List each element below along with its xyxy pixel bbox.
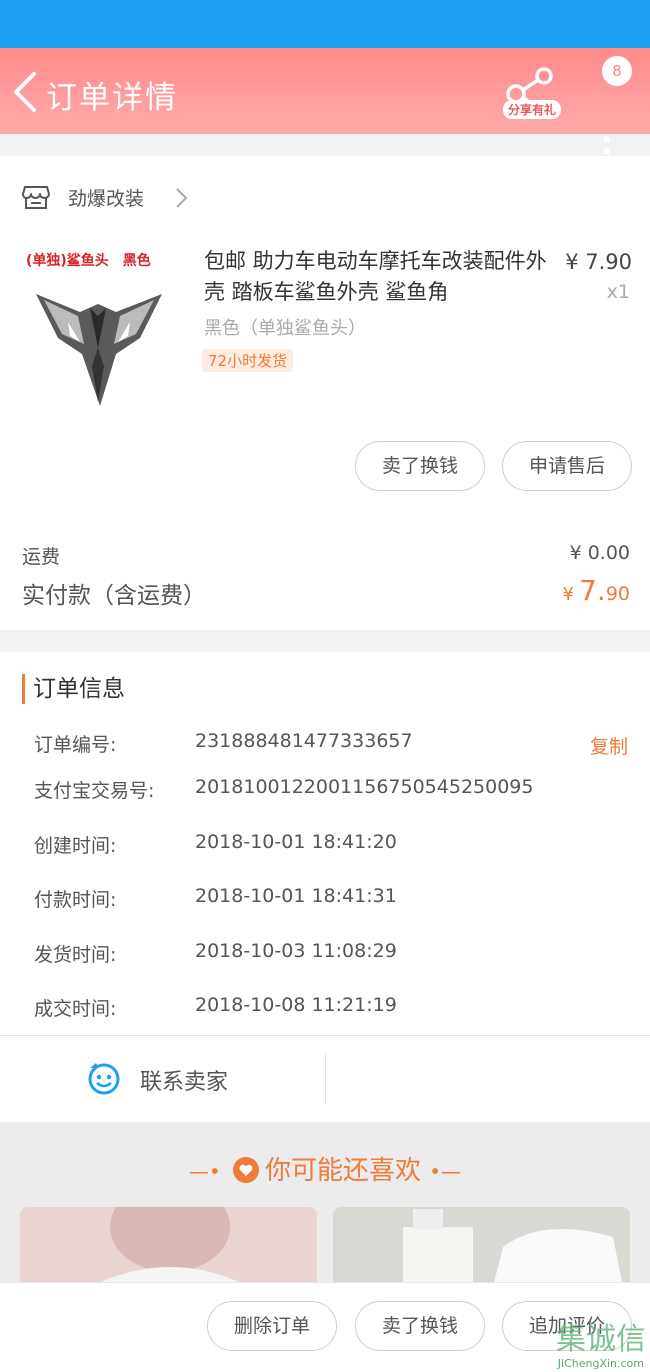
- share-reward-label[interactable]: 分享有礼: [503, 100, 562, 119]
- bottom-action-bar: 删除订单 卖了换钱 追加评价 集诚信 JiChengXin.com: [0, 1282, 650, 1372]
- contact-seller-label: 联系卖家: [140, 1070, 229, 1095]
- recommended-product-clothing[interactable]: [20, 1207, 317, 1287]
- currency-symbol: ¥: [562, 584, 574, 605]
- product-title[interactable]: 包邮 助力车电动车摩托车改装配件外壳 踏板车鲨鱼外壳 鲨鱼角: [204, 246, 548, 308]
- app-header: 订单详情 8: [0, 48, 650, 155]
- product-thumbnail[interactable]: (单独)鲨鱼头 黑色: [22, 246, 174, 412]
- total-decimal: 90: [605, 583, 630, 605]
- shipping-fee-value: ¥ 0.00: [569, 542, 630, 564]
- alipay-trade-number: 2018100122001156750545250095: [195, 776, 534, 798]
- recommendations-section: —• 你可能还喜欢 •—: [0, 1122, 650, 1287]
- order-number: 231888481477333657: [195, 730, 413, 752]
- contact-seller-button[interactable]: 联系卖家: [80, 1052, 280, 1108]
- watermark: 集诚信 JiChengXin.com: [534, 1314, 650, 1372]
- shipping-fee-label: 运费: [22, 546, 61, 568]
- store-icon: [22, 186, 50, 209]
- copy-order-number-button[interactable]: 复制: [590, 732, 628, 759]
- order-info-title: 订单信息: [22, 674, 125, 704]
- clothing-image: [20, 1207, 317, 1287]
- more-menu-button[interactable]: [596, 102, 636, 162]
- chat-face-icon: [88, 1063, 120, 1095]
- sell-for-cash-button[interactable]: 卖了换钱: [355, 441, 485, 491]
- delete-order-button[interactable]: 删除订单: [207, 1301, 337, 1351]
- shipping-tag: 72小时发货: [202, 349, 294, 372]
- page-title: 订单详情: [46, 80, 178, 116]
- divider: [325, 1054, 326, 1104]
- product-price: ¥ 7.90: [565, 250, 632, 274]
- right-arrow-decoration: •—: [429, 1159, 462, 1184]
- info-label: 付款时间:: [34, 889, 117, 911]
- message-count-badge[interactable]: 8: [602, 56, 632, 86]
- product-sku: 黑色（单独鲨鱼头）: [204, 318, 366, 339]
- created-time: 2018-10-01 18:41:20: [195, 831, 397, 853]
- shop-name: 劲爆改装: [68, 188, 145, 210]
- recommended-product-bedding[interactable]: [333, 1207, 630, 1287]
- request-after-sale-button[interactable]: 申请售后: [502, 441, 632, 491]
- recommendations-title: 你可能还喜欢: [264, 1156, 421, 1186]
- chevron-right-icon: [176, 188, 188, 208]
- divider: [0, 1035, 650, 1036]
- info-label: 订单编号:: [34, 734, 117, 756]
- left-arrow-decoration: —•: [188, 1159, 221, 1184]
- watermark-logo: 集诚信: [556, 1322, 646, 1357]
- total-integer: 7.: [579, 574, 606, 607]
- recommendations-title-row: —• 你可能还喜欢 •—: [0, 1150, 650, 1187]
- total-paid-value: ¥ 7.90: [563, 574, 630, 607]
- info-label: 发货时间:: [34, 944, 117, 966]
- status-bar: [0, 0, 650, 48]
- watermark-url: JiChengXin.com: [557, 1357, 644, 1370]
- more-dot-icon: [603, 148, 610, 155]
- heart-icon: [232, 1157, 259, 1183]
- info-label: 支付宝交易号:: [34, 780, 155, 802]
- order-info-card: 订单信息 订单编号: 231888481477333657 复制 支付宝交易号:…: [0, 652, 650, 1122]
- shipped-time: 2018-10-03 11:08:29: [195, 940, 397, 962]
- info-label: 创建时间:: [34, 835, 117, 857]
- sell-for-cash-button-bottom[interactable]: 卖了换钱: [355, 1301, 485, 1351]
- completed-time: 2018-10-08 11:21:19: [195, 994, 397, 1016]
- total-paid-label: 实付款（含运费）: [22, 583, 206, 609]
- info-label: 成交时间:: [34, 998, 117, 1020]
- product-quantity: x1: [606, 281, 630, 303]
- bedding-image: [333, 1207, 630, 1287]
- order-item-card: 劲爆改装 (单独)鲨鱼头 黑色 包邮 助力车电动车摩托车改装配件外壳 踏板车鲨鱼…: [0, 156, 650, 630]
- shark-head-cover-image: [36, 294, 162, 406]
- more-dot-icon: [603, 136, 610, 143]
- paid-time: 2018-10-01 18:41:31: [195, 885, 397, 907]
- back-arrow-icon[interactable]: [10, 70, 42, 114]
